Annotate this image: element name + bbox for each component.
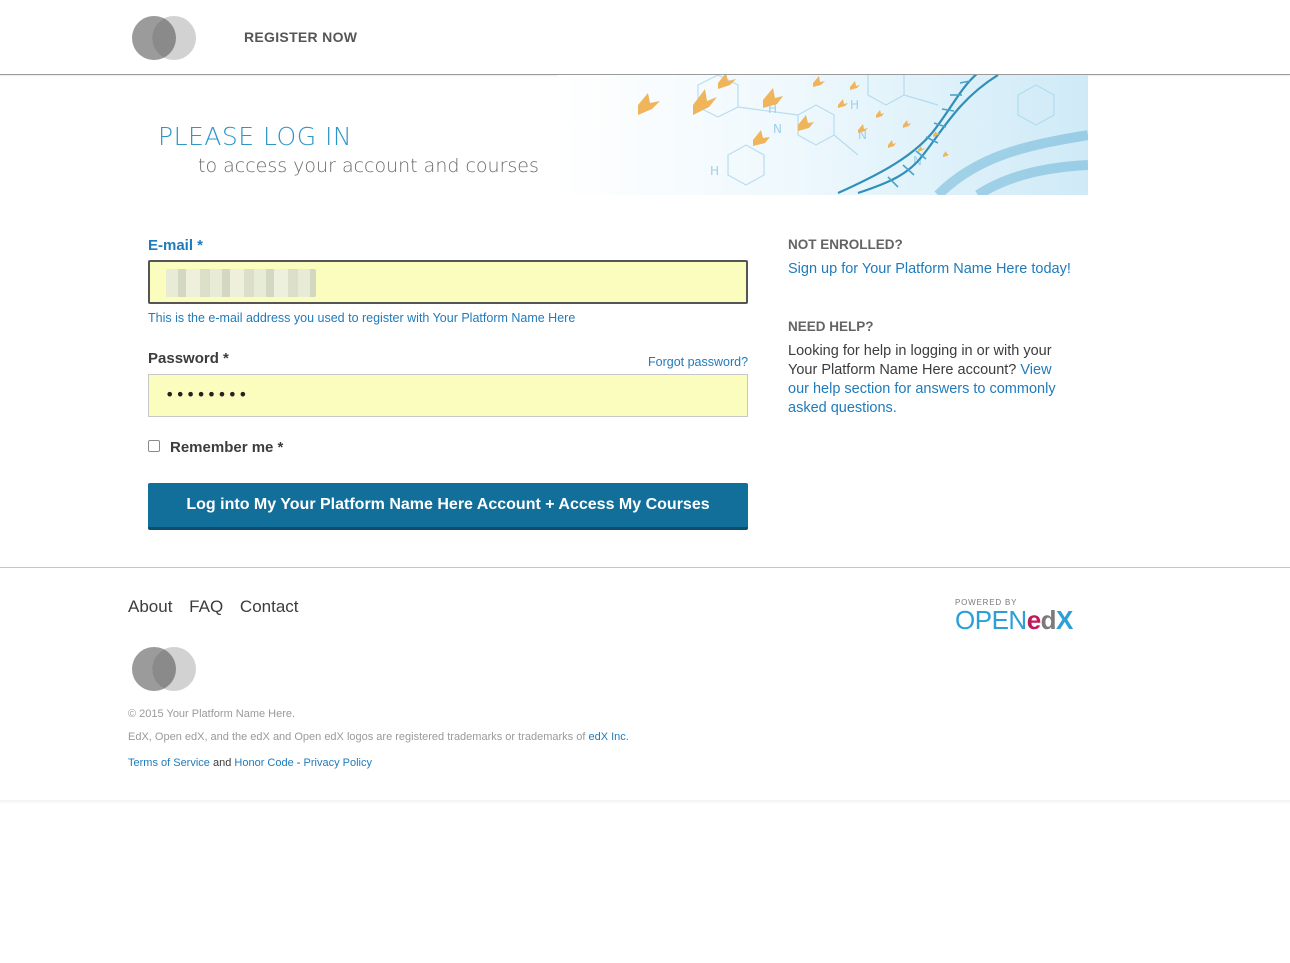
page-bottom-shadow: [0, 800, 1290, 804]
and-text: and: [212, 757, 232, 769]
footer-logo: [132, 647, 196, 691]
email-label: E-mail *: [148, 237, 204, 254]
footer-link-about[interactable]: About: [128, 597, 172, 616]
login-banner: HHN NHN PLEASE LOG IN to access your acc…: [128, 75, 1088, 195]
password-field[interactable]: ••••••••: [148, 374, 748, 417]
footer-link-contact[interactable]: Contact: [240, 597, 299, 616]
trademark-text: EdX, Open edX, and the edX and Open edX …: [128, 731, 629, 743]
redacted-email-value: [166, 269, 316, 297]
separator: -: [296, 757, 301, 769]
need-help-heading: NEED HELP?: [788, 319, 874, 334]
page-subtitle: to access your account and courses: [198, 155, 539, 177]
signup-paragraph: Sign up for Your Platform Name Here toda…: [788, 260, 1073, 279]
honor-code-link[interactable]: Honor Code: [234, 757, 293, 769]
remember-me-label[interactable]: Remember me *: [170, 439, 283, 456]
platform-logo[interactable]: [132, 16, 196, 60]
not-enrolled-heading: NOT ENROLLED?: [788, 237, 903, 252]
email-field[interactable]: [148, 260, 748, 304]
email-hint: This is the e-mail address you used to r…: [148, 311, 576, 325]
forgot-password-link[interactable]: Forgot password?: [648, 355, 748, 369]
terms-of-service-link[interactable]: Terms of Service: [128, 757, 210, 769]
site-header: REGISTER NOW: [0, 0, 1290, 75]
footer-divider: [0, 567, 1290, 568]
legal-links: Terms of Service and Honor Code - Privac…: [128, 757, 372, 769]
signup-link[interactable]: Sign up for Your Platform Name Here toda…: [788, 261, 1071, 277]
copyright-text: © 2015 Your Platform Name Here.: [128, 708, 296, 720]
remember-me-checkbox[interactable]: [148, 440, 160, 452]
openedx-wordmark: OPENedX: [955, 605, 1073, 635]
page-title: PLEASE LOG IN: [158, 122, 353, 151]
footer-link-faq[interactable]: FAQ: [189, 597, 223, 616]
help-text: Looking for help in logging in or with y…: [788, 343, 1052, 378]
login-submit-button[interactable]: Log into My Your Platform Name Here Acco…: [148, 483, 748, 530]
svg-text:H: H: [710, 164, 719, 178]
edx-inc-link[interactable]: edX Inc.: [588, 731, 628, 743]
privacy-policy-link[interactable]: Privacy Policy: [304, 757, 372, 769]
svg-text:N: N: [773, 122, 782, 136]
powered-by-openedx-logo[interactable]: POWERED BY OPENedX: [955, 598, 1073, 633]
password-value: ••••••••: [165, 385, 249, 404]
banner-illustration: H HN NHN: [558, 75, 1088, 195]
trademark-statement: EdX, Open edX, and the edX and Open edX …: [128, 731, 586, 743]
register-now-link[interactable]: REGISTER NOW: [244, 29, 357, 45]
help-paragraph: Looking for help in logging in or with y…: [788, 342, 1073, 418]
footer-nav: About FAQ Contact: [128, 597, 311, 617]
password-label: Password *: [148, 350, 229, 367]
svg-text:H: H: [850, 98, 859, 112]
